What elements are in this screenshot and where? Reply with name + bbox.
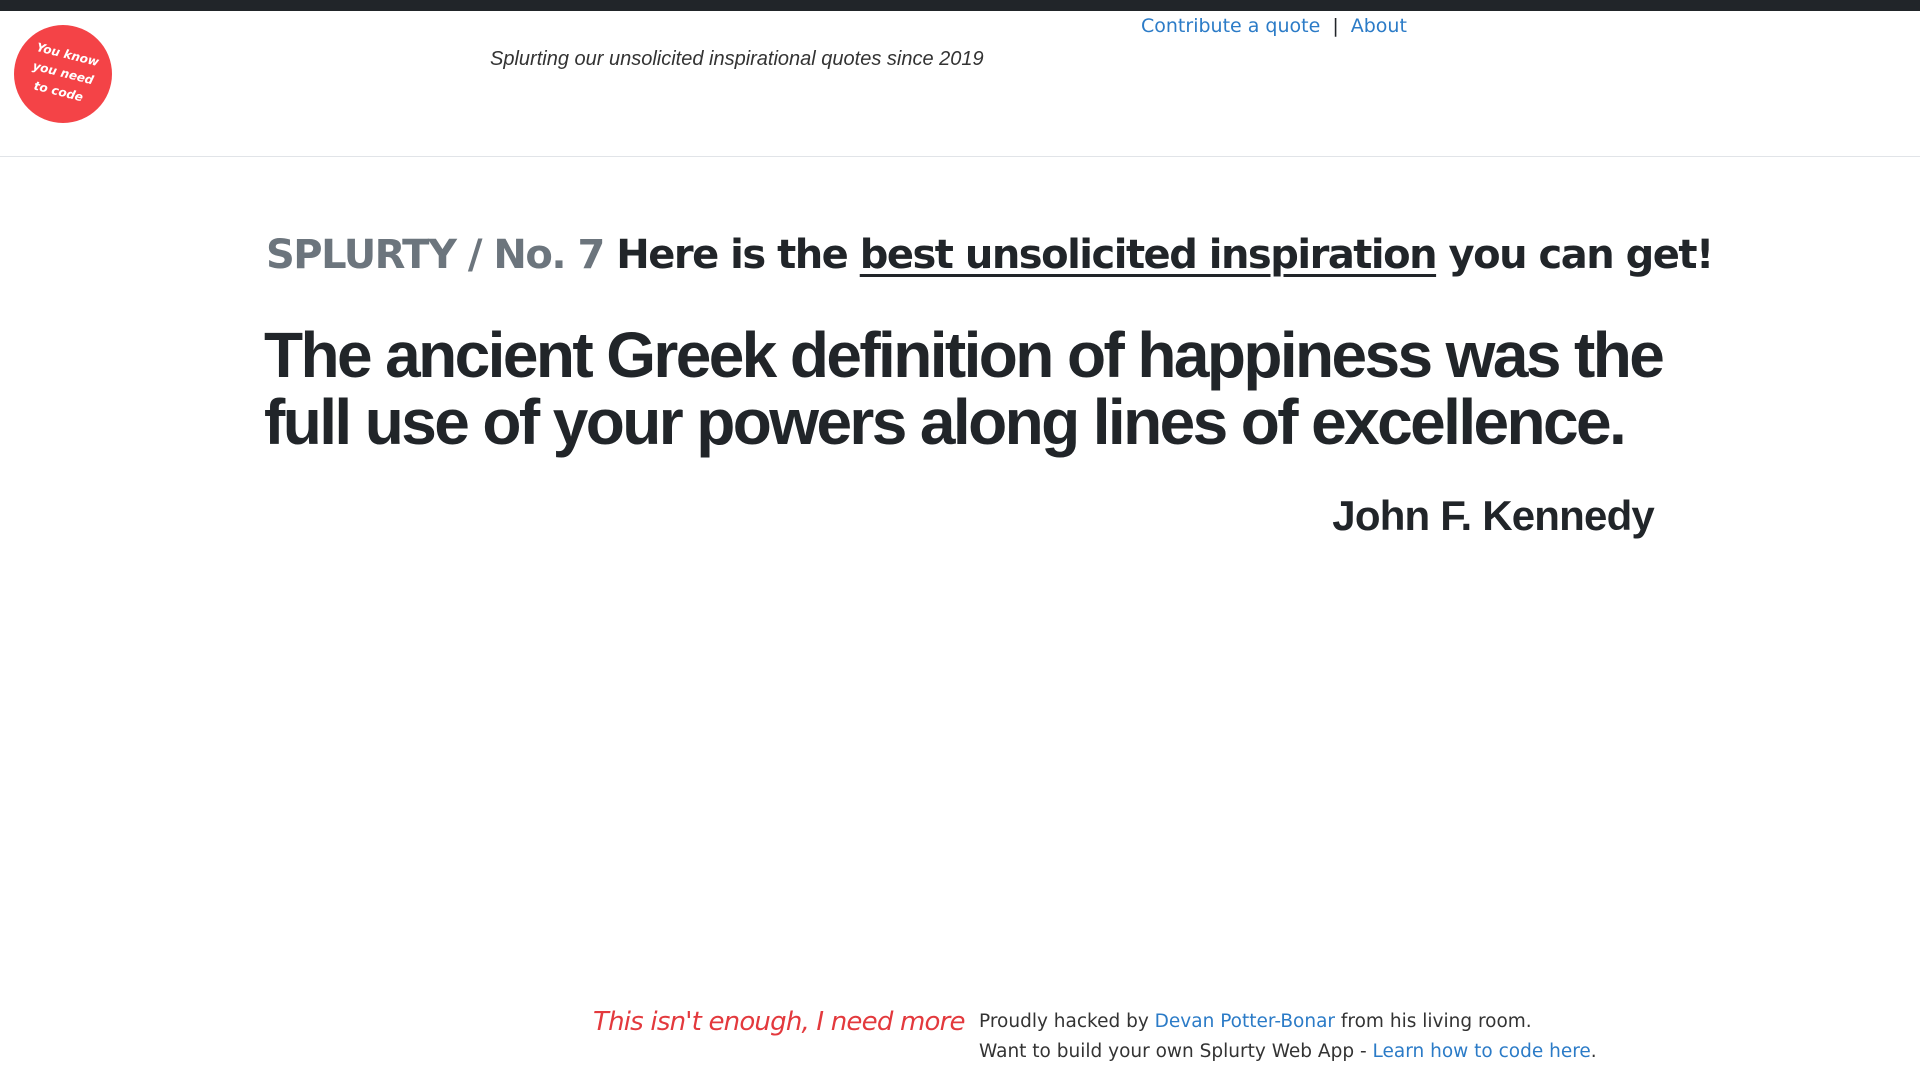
more-quotes-link[interactable]: This isn't enough, I need more: [593, 1007, 966, 1037]
headline-suffix: you can get!: [1448, 231, 1715, 278]
site-tagline: Splurting our unsolicited inspirational …: [490, 48, 984, 70]
contribute-quote-link[interactable]: Contribute a quote: [1141, 15, 1320, 37]
footer-credit-prefix: Proudly hacked by: [979, 1011, 1149, 1032]
quote-text: The ancient Greek definition of happines…: [264, 319, 1665, 458]
footer-cta-suffix: .: [1590, 1041, 1597, 1062]
page-headline: SPLURTY / No. 7 Here is the best unsolic…: [266, 231, 1715, 278]
footer-cta-prefix: Want to build your own Splurty Web App -: [979, 1041, 1367, 1062]
headline-prefix: Here is the: [616, 231, 849, 278]
logo-badge[interactable]: You know you need to code: [14, 25, 112, 123]
inspiration-link[interactable]: best unsolicited inspiration: [860, 232, 1438, 278]
top-bar: [0, 0, 1920, 11]
nav-separator: |: [1332, 15, 1339, 37]
author-profile-link[interactable]: Devan Potter-Bonar: [1155, 1011, 1335, 1032]
top-nav: Contribute a quote | About: [1141, 15, 1407, 37]
footer-credit-suffix: from his living room.: [1340, 1011, 1532, 1032]
logo-text: You know you need to code: [19, 36, 107, 110]
brand-label: SPLURTY / No. 7: [266, 231, 605, 278]
quote-author: John F. Kennedy: [1332, 492, 1655, 539]
learn-to-code-link[interactable]: Learn how to code here: [1373, 1041, 1591, 1062]
footer-line-2: Want to build your own Splurty Web App -…: [979, 1037, 1597, 1067]
about-link[interactable]: About: [1351, 15, 1407, 37]
footer-line-1: Proudly hacked by Devan Potter-Bonar fro…: [979, 1007, 1597, 1037]
site-footer: Proudly hacked by Devan Potter-Bonar fro…: [979, 1007, 1597, 1067]
site-header: You know you need to code Splurting our …: [0, 11, 1920, 157]
